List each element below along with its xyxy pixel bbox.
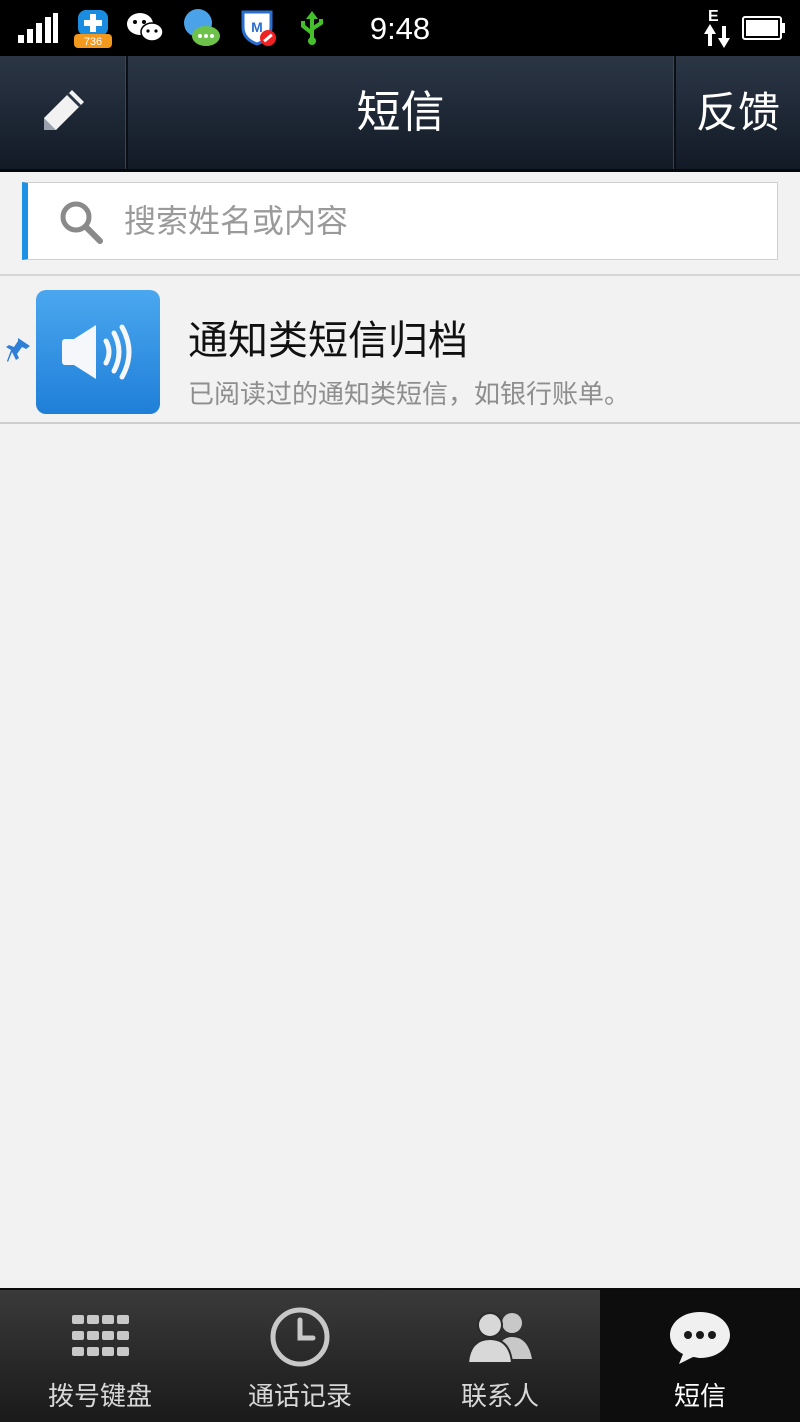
pencil-icon	[38, 86, 88, 140]
bottom-tab-bar: 拨号键盘 通话记录 联系人 短信	[0, 1288, 800, 1422]
usb-icon	[298, 0, 326, 56]
list-item[interactable]: 通知类短信归档 已阅读过的通知类短信，如银行账单。	[0, 278, 800, 424]
search-area	[0, 172, 800, 276]
tab-label: 拨号键盘	[47, 1382, 152, 1412]
tab-dialpad[interactable]: 拨号键盘	[0, 1290, 200, 1422]
app-header: 短信 反馈	[0, 56, 800, 172]
tab-label: 联系人	[460, 1382, 539, 1412]
speaker-icon	[36, 290, 160, 414]
clock-icon	[200, 1304, 400, 1370]
page-title: 短信	[356, 87, 445, 138]
feedback-button[interactable]: 反馈	[676, 56, 800, 169]
tab-messages[interactable]: 短信	[600, 1290, 800, 1422]
security-shield-icon: M	[240, 0, 278, 56]
health-app-icon: 736	[74, 0, 112, 56]
contacts-icon	[400, 1304, 600, 1370]
tab-call-log[interactable]: 通话记录	[200, 1290, 400, 1422]
search-icon	[58, 199, 104, 245]
tab-contacts[interactable]: 联系人	[400, 1290, 600, 1422]
chat-app-icon	[180, 0, 222, 56]
badge-count: 736	[84, 36, 102, 48]
keypad-icon	[0, 1304, 200, 1370]
status-bar: 736 M 9:48 E	[0, 0, 800, 56]
tab-label: 短信	[673, 1382, 726, 1412]
wechat-icon	[126, 0, 164, 56]
compose-button[interactable]	[0, 56, 125, 169]
signal-icon	[18, 0, 58, 56]
message-icon	[600, 1304, 800, 1370]
svg-text:M: M	[251, 19, 263, 35]
search-input[interactable]	[124, 183, 764, 259]
list-item-subtitle: 已阅读过的通知类短信，如银行账单。	[188, 380, 631, 410]
battery-icon	[742, 0, 786, 56]
search-box[interactable]	[22, 182, 778, 260]
tab-label: 通话记录	[247, 1382, 352, 1412]
status-time: 9:48	[369, 11, 431, 46]
list-item-title: 通知类短信归档	[188, 318, 468, 364]
pin-icon	[6, 336, 30, 366]
network-icon: E	[702, 0, 732, 56]
